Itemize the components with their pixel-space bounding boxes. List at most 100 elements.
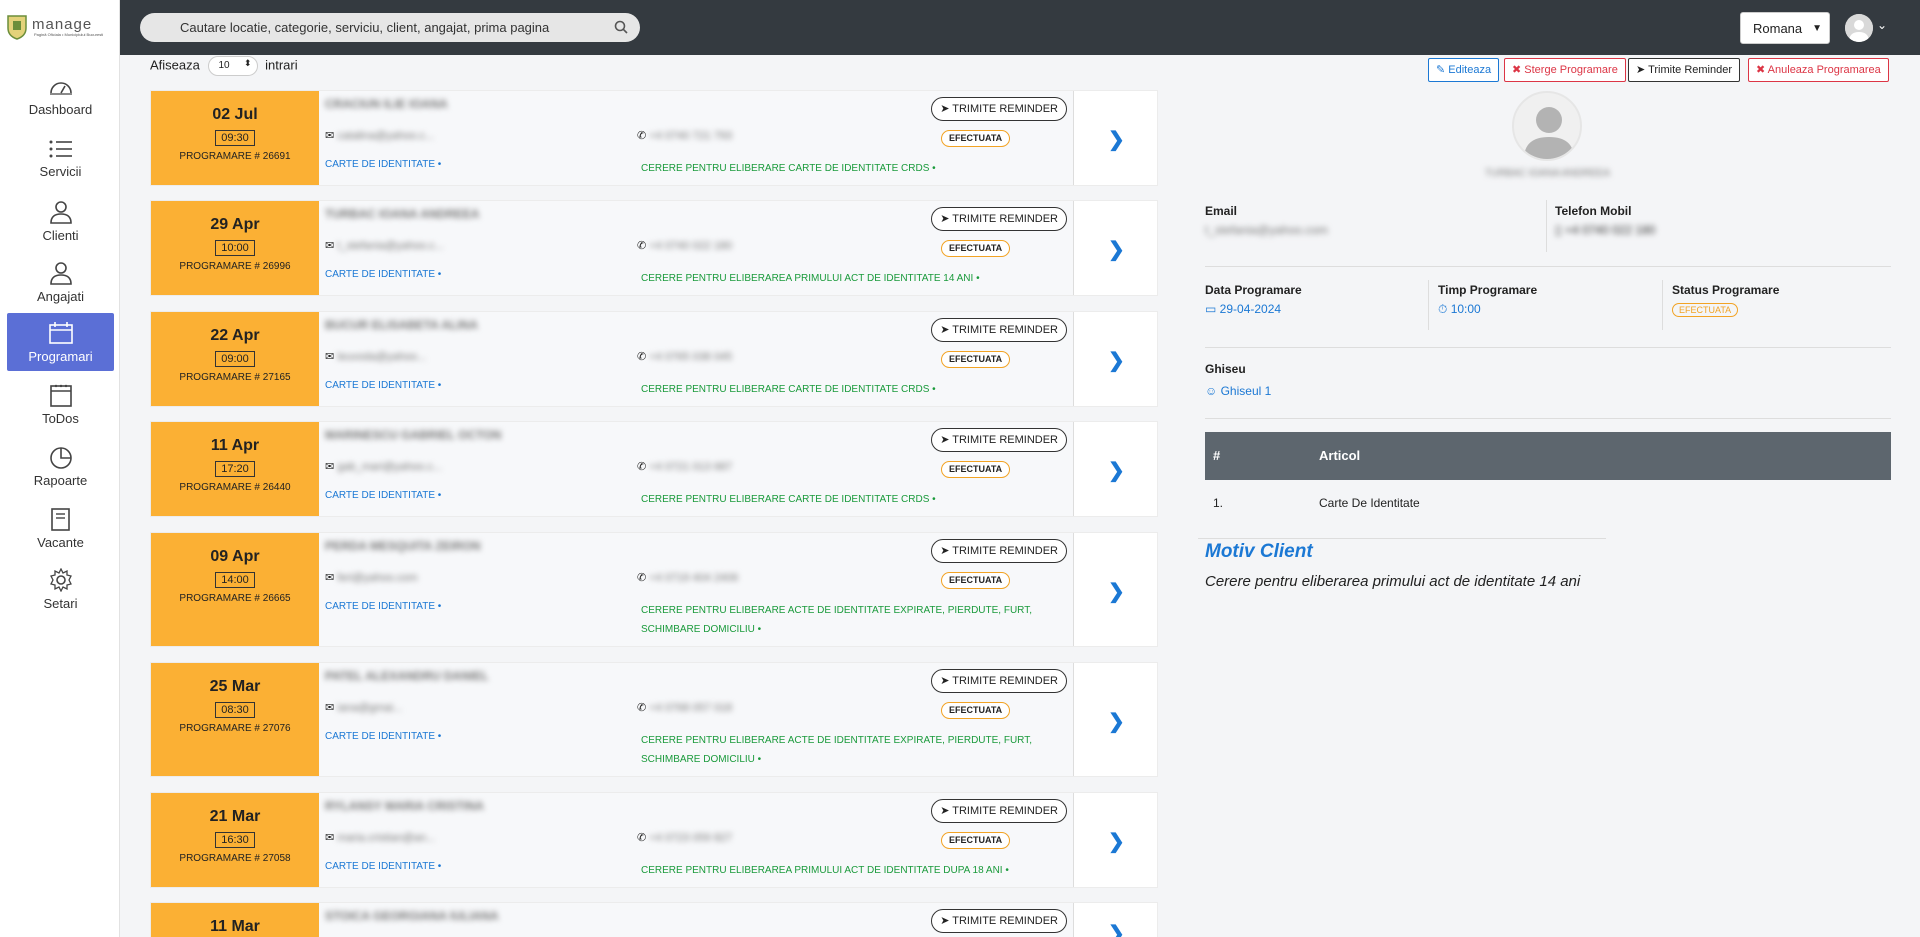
nav-angajati[interactable]: Angajati	[7, 253, 114, 311]
reason-tag: CERERE PENTRU ELIBERARE CARTE DE IDENTIT…	[641, 384, 936, 395]
chevron-right-icon: ❯	[1108, 350, 1125, 372]
nav-dashboard[interactable]: Dashboard	[7, 68, 114, 126]
nav-vacante[interactable]: Vacante	[7, 499, 114, 557]
client-name: BUCUR ELISABETA ALINA	[325, 318, 478, 332]
entries-select[interactable]: 10 ⬍	[207, 56, 258, 76]
send-reminder-button[interactable]: ➤ TRIMITE REMINDER	[931, 909, 1067, 933]
appointment-card[interactable]: 25 Mar 08:30 PROGRAMARE # 27076 PATEL ALEXA…	[150, 662, 1158, 777]
search-icon[interactable]	[614, 20, 628, 34]
mail-icon: ✉	[325, 572, 335, 584]
reminder-label: TRIMITE REMINDER	[952, 545, 1058, 557]
open-details-button[interactable]: ❯	[1073, 533, 1157, 646]
send-reminder-button[interactable]: ➤ TRIMITE REMINDER	[931, 539, 1067, 563]
status-badge: EFECTUATA	[941, 240, 1011, 257]
send-reminder-button[interactable]: ➤ Trimite Reminder	[1628, 58, 1741, 82]
client-phone: +4 0765 038 045	[649, 351, 733, 363]
client-phone: +4 0768 057 018	[649, 702, 733, 714]
service-tag: CARTE DE IDENTITATE •	[325, 490, 442, 501]
send-reminder-button[interactable]: ➤ TRIMITE REMINDER	[931, 207, 1067, 231]
open-details-button[interactable]: ❯	[1073, 793, 1157, 887]
nav-programari[interactable]: Programari	[7, 313, 114, 371]
appointment-body: BUCUR ELISABETA ALINA ✉ leuvoda@yahoo... ✆…	[319, 312, 1073, 406]
appointment-time: 17:20	[215, 461, 255, 477]
client-name: STOICA GEORGIANA IULIANA	[325, 909, 499, 923]
send-reminder-button[interactable]: ➤ TRIMITE REMINDER	[931, 428, 1067, 452]
phone-icon: ✆	[637, 351, 647, 363]
nav-setari[interactable]: Setari	[7, 560, 114, 618]
user-avatar[interactable]	[1845, 14, 1873, 42]
divider	[1205, 347, 1891, 348]
nav-clienti[interactable]: Clienti	[7, 192, 114, 250]
nav-servicii[interactable]: Servicii	[7, 130, 114, 188]
client-email: feri@yahoo.com	[337, 572, 418, 584]
email-row: ✉ feri@yahoo.com	[325, 571, 418, 584]
reminder-label: Trimite Reminder	[1648, 64, 1733, 76]
delete-button[interactable]: ✖ Sterge Programare	[1504, 58, 1626, 82]
open-details-button[interactable]: ❯	[1073, 422, 1157, 516]
email-row: ✉ maria.cristian@an...	[325, 831, 435, 844]
status-badge: EFECTUATA	[941, 702, 1011, 719]
time-value: ⏱ 10:00	[1438, 302, 1481, 316]
email-row: ✉ catalina@yahoo.c...	[325, 129, 434, 142]
open-details-button[interactable]: ❯	[1073, 201, 1157, 295]
send-reminder-button[interactable]: ➤ TRIMITE REMINDER	[931, 97, 1067, 121]
send-reminder-button[interactable]: ➤ TRIMITE REMINDER	[931, 669, 1067, 693]
mail-icon: ✉	[325, 240, 335, 252]
open-details-button[interactable]: ❯	[1073, 91, 1157, 185]
phone-row: ✆ +4 0765 038 045	[637, 350, 732, 363]
nav-label: Programari	[28, 349, 93, 364]
logo[interactable]: manage Pagină Oficiala • Municipiului Bu…	[6, 12, 108, 42]
appointment-card[interactable]: 21 Mar 16:30 PROGRAMARE # 27058 RYLANSY MAR…	[150, 792, 1158, 888]
appointment-date-block: 09 Apr 14:00 PROGRAMARE # 26665	[151, 533, 319, 646]
email-value-text: t_stefania@yahoo.com	[1205, 223, 1328, 237]
send-icon: ➤	[940, 915, 950, 927]
client-name: TURBAC IOANA ANDREEA	[1484, 168, 1611, 179]
pie-chart-icon	[49, 447, 72, 469]
user-menu-chevron-icon[interactable]: ⌄	[1877, 18, 1887, 32]
send-reminder-button[interactable]: ➤ TRIMITE REMINDER	[931, 318, 1067, 342]
nav-label: Rapoarte	[33, 473, 88, 488]
phone-row: ✆ +4 0740 721 793	[637, 129, 732, 142]
send-icon: ➤	[940, 434, 950, 446]
date-value-text: 29-04-2024	[1219, 302, 1282, 316]
appointment-code: PROGRAMARE # 27165	[179, 372, 291, 383]
appointment-card[interactable]: 11 Apr 17:20 PROGRAMARE # 26440 MARINESCU G…	[150, 421, 1158, 517]
search-input[interactable]: Cautare locatie, categorie, serviciu, cl…	[140, 13, 640, 42]
phone-value-text: +4 0740 022 180	[1564, 223, 1656, 237]
nav-label: Vacante	[37, 535, 84, 550]
appointment-time: 10:00	[215, 240, 255, 256]
client-email: maria.cristian@an...	[337, 832, 436, 844]
sidebar: manage Pagină Oficiala • Municipiului Bu…	[0, 0, 120, 937]
appointment-card[interactable]: 09 Apr 14:00 PROGRAMARE # 26665 PERDA MESQU…	[150, 532, 1158, 647]
open-details-button[interactable]: ❯	[1073, 312, 1157, 406]
open-details-button[interactable]: ❯	[1073, 663, 1157, 776]
edit-label: Editeaza	[1448, 64, 1492, 76]
crest-icon	[7, 15, 27, 40]
appointment-card[interactable]: 02 Jul 09:30 PROGRAMARE # 26691 CRACIUN ILI…	[150, 90, 1158, 186]
send-icon: ➤	[940, 805, 950, 817]
row-article: Carte De Identitate	[1319, 496, 1420, 510]
edit-button[interactable]: ✎ Editeaza	[1428, 58, 1500, 82]
nav-todos[interactable]: ToDos	[7, 375, 114, 433]
appointment-date-block: 21 Mar 16:30 PROGRAMARE # 27058	[151, 793, 319, 887]
counter-link[interactable]: ☺ Ghiseul 1	[1205, 384, 1271, 398]
entries-value: 10	[218, 60, 230, 71]
service-tag: CARTE DE IDENTITATE •	[325, 159, 442, 170]
appointment-date-block: 22 Apr 09:00 PROGRAMARE # 27165	[151, 312, 319, 406]
phone-icon: ✆	[637, 572, 647, 584]
open-details-button[interactable]: ❯	[1073, 903, 1157, 937]
appointment-card[interactable]: 29 Apr 10:00 PROGRAMARE # 26996 TURBAC IOAN…	[150, 200, 1158, 296]
appointment-card[interactable]: 11 Mar STOICA GEORGIANA IULIANA ➤ TRIMITE …	[150, 902, 1158, 937]
service-tag: CARTE DE IDENTITATE •	[325, 269, 442, 280]
cancel-appointment-button[interactable]: ✖ Anuleaza Programarea	[1748, 58, 1889, 82]
language-select[interactable]: Romana ▼	[1740, 12, 1830, 44]
mail-icon: ✉	[325, 832, 335, 844]
time-label: Timp Programare	[1438, 283, 1538, 297]
mail-icon: ✉	[325, 130, 335, 142]
reminder-label: TRIMITE REMINDER	[952, 675, 1058, 687]
nav-rapoarte[interactable]: Rapoarte	[7, 437, 114, 495]
reason-tag: CERERE PENTRU ELIBERARE ACTE DE IDENTITA…	[641, 605, 1032, 635]
appointment-card[interactable]: 22 Apr 09:00 PROGRAMARE # 27165 BUCUR ELISA…	[150, 311, 1158, 407]
employee-icon	[49, 262, 72, 285]
send-reminder-button[interactable]: ➤ TRIMITE REMINDER	[931, 799, 1067, 823]
